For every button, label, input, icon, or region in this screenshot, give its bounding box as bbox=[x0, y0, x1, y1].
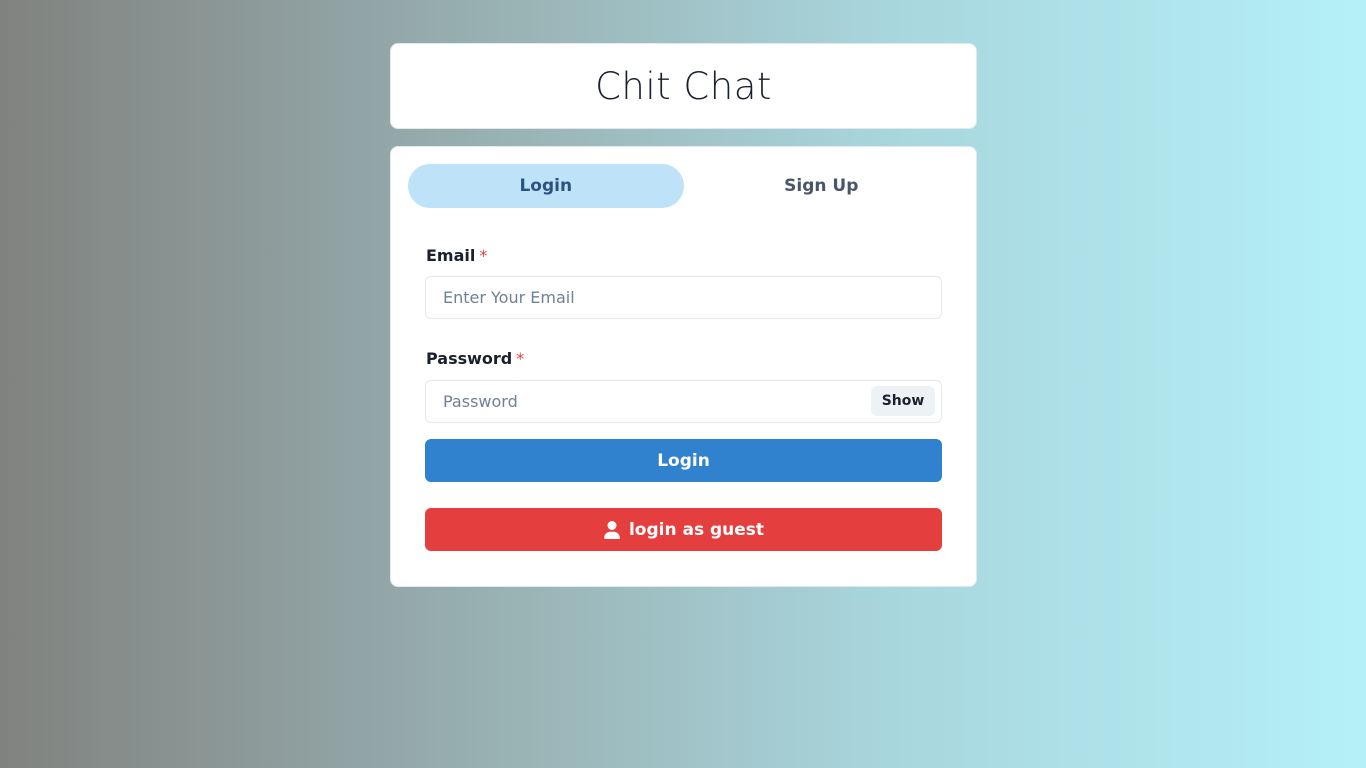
email-label-text: Email bbox=[426, 246, 476, 265]
email-required-mark: * bbox=[479, 246, 488, 265]
password-label: Password * bbox=[426, 349, 524, 368]
auth-card: Login Sign Up Email* Password* Show Logi… bbox=[390, 146, 977, 587]
guest-button-label: login as guest bbox=[628, 519, 765, 540]
login-button-label: Login bbox=[657, 450, 710, 471]
password-label-text: Password bbox=[426, 349, 513, 368]
guest-login-button[interactable]: login as guest bbox=[425, 508, 942, 551]
tab-login[interactable]: Login bbox=[408, 164, 684, 208]
show-password-button[interactable]: Show bbox=[871, 386, 935, 416]
tab-sign-up[interactable]: Sign Up bbox=[684, 164, 960, 208]
email-label: Email * bbox=[426, 246, 487, 265]
app-header: Chit Chat bbox=[390, 43, 977, 129]
email-input[interactable] bbox=[425, 276, 942, 319]
password-required-mark: * bbox=[516, 349, 525, 368]
app-title: Chit Chat bbox=[595, 64, 772, 108]
auth-tabs: Login Sign Up bbox=[408, 164, 959, 208]
password-input[interactable] bbox=[425, 380, 942, 423]
login-button[interactable]: Login bbox=[425, 439, 942, 482]
user-icon bbox=[604, 520, 620, 539]
